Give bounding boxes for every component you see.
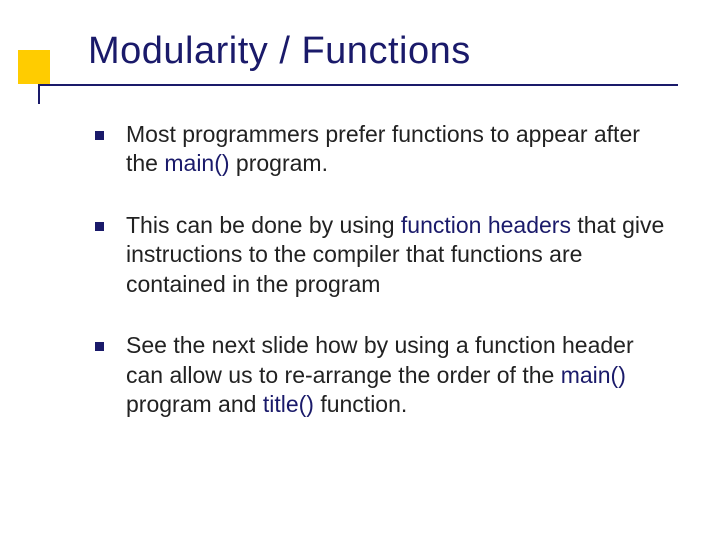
keyword: main()	[164, 150, 229, 176]
keyword: main()	[561, 362, 626, 388]
title-underline-tick	[38, 84, 40, 104]
square-bullet-icon	[95, 342, 104, 351]
list-item: See the next slide how by using a functi…	[95, 331, 675, 419]
text-run: function.	[314, 391, 407, 417]
accent-decoration	[18, 50, 50, 84]
text-run: program and	[126, 391, 263, 417]
bullet-text: See the next slide how by using a functi…	[126, 331, 675, 419]
keyword: title()	[263, 391, 314, 417]
text-run: This can be done by using	[126, 212, 401, 238]
text-run: program.	[230, 150, 328, 176]
text-run: See the next slide how by using a functi…	[126, 332, 634, 387]
keyword: function headers	[401, 212, 571, 238]
square-bullet-icon	[95, 131, 104, 140]
list-item: This can be done by using function heade…	[95, 211, 675, 299]
bullet-text: Most programmers prefer functions to app…	[126, 120, 675, 179]
slide-body: Most programmers prefer functions to app…	[95, 120, 675, 452]
slide-title: Modularity / Functions	[88, 30, 471, 73]
slide: Modularity / Functions Most programmers …	[0, 0, 720, 540]
list-item: Most programmers prefer functions to app…	[95, 120, 675, 179]
square-bullet-icon	[95, 222, 104, 231]
title-underline	[38, 84, 678, 86]
bullet-text: This can be done by using function heade…	[126, 211, 675, 299]
